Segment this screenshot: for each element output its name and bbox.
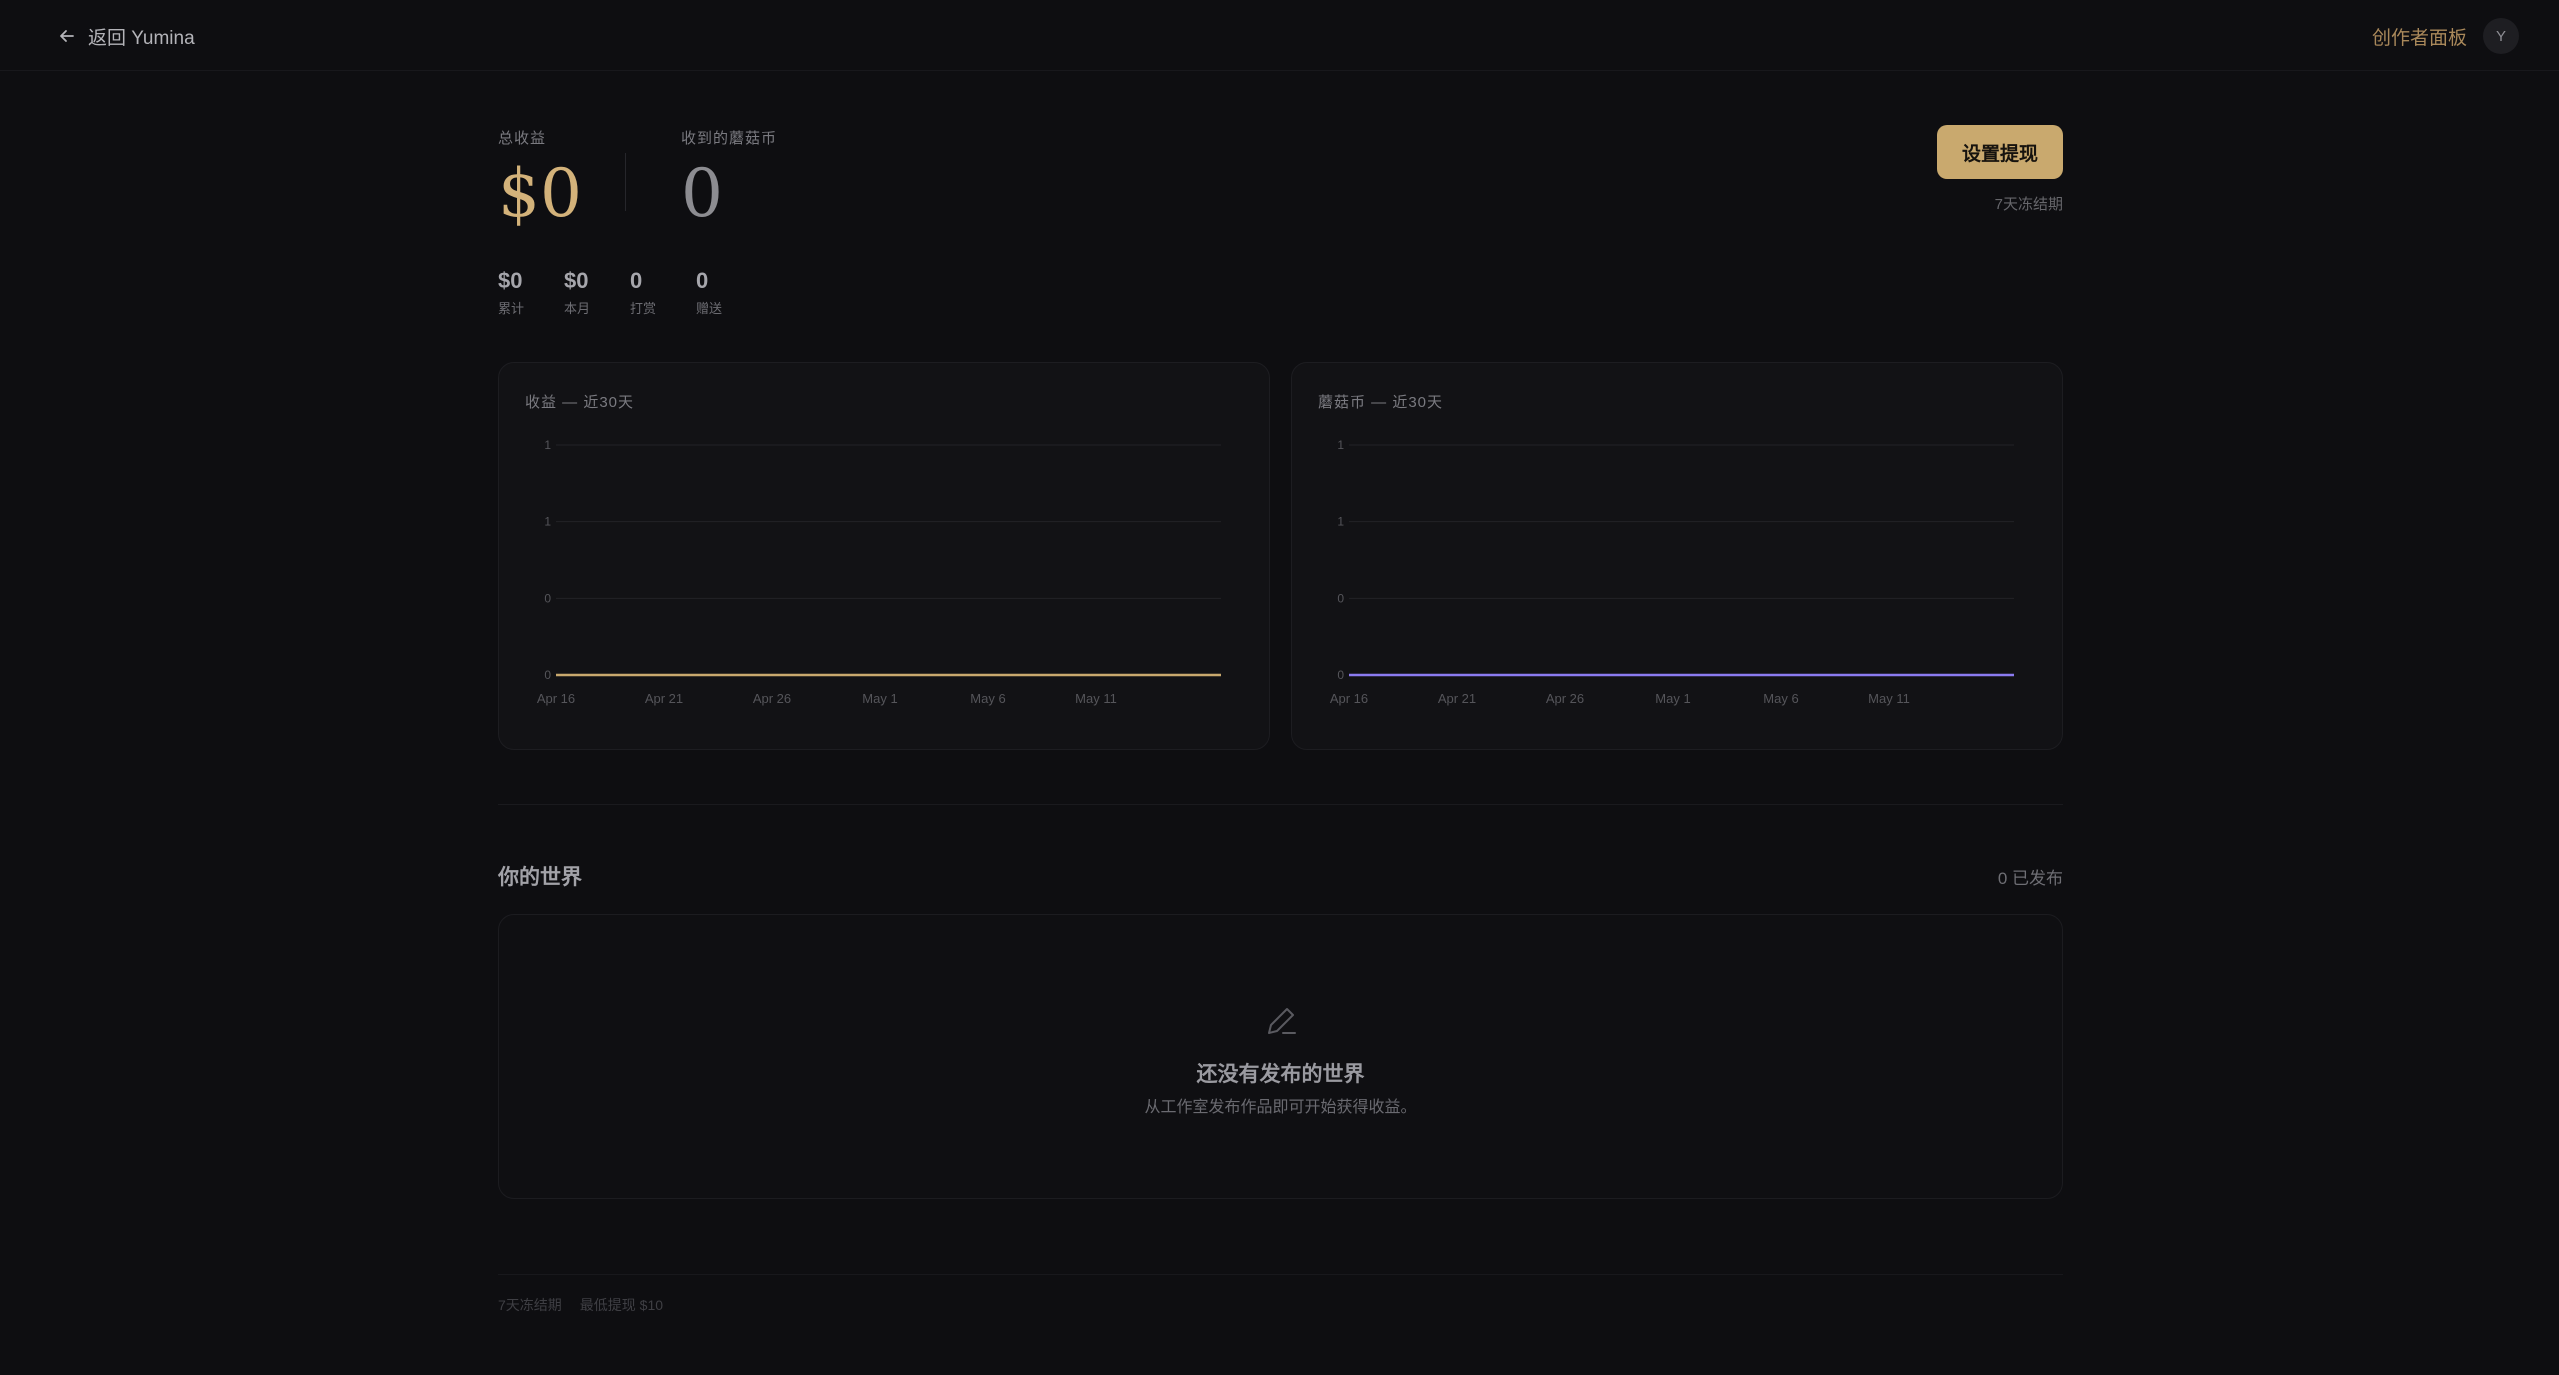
coins-chart: 1 1 0 0 Apr 16 Apr 21 Apr 26 May 1 May 6 May 11 <box>1330 438 2014 706</box>
coins-label: 收到的蘑菇币 <box>681 130 778 147</box>
section-divider <box>498 804 2063 805</box>
worlds-empty-state: 还没有发布的世界 从工作室发布作品即可开始获得收益。 <box>498 914 2063 1199</box>
footer-freeze-period: 7天冻结期 <box>498 1297 562 1313</box>
x-tick-label: May 1 <box>1655 691 1690 706</box>
worlds-published-count: 0 已发布 <box>1997 869 2063 888</box>
x-tick-label: Apr 16 <box>537 691 575 706</box>
x-tick-label: May 1 <box>862 691 897 706</box>
x-tick-label: Apr 16 <box>1330 691 1368 706</box>
mini-stat-label: 打赏 <box>630 301 657 316</box>
x-tick-label: Apr 26 <box>1546 691 1584 706</box>
y-tick-label: 1 <box>544 438 551 452</box>
mini-stat-gifts: 0 赠送 <box>696 268 722 317</box>
mini-stat-label: 本月 <box>564 301 591 316</box>
y-tick-label: 0 <box>1337 591 1344 605</box>
mini-stat-tips: 0 打赏 <box>630 268 656 317</box>
mini-stat-value: 0 <box>630 268 643 293</box>
y-tick-label: 1 <box>1337 438 1344 452</box>
arrow-left-icon <box>60 30 74 42</box>
mini-stat-cumulative: $0 累计 <box>498 268 524 317</box>
avatar[interactable]: Y <box>2483 18 2519 54</box>
x-tick-label: Apr 21 <box>645 691 683 706</box>
empty-state-title: 还没有发布的世界 <box>1196 1063 1365 1086</box>
y-tick-label: 1 <box>544 515 551 529</box>
y-tick-label: 0 <box>1337 668 1344 682</box>
setup-withdraw-button[interactable]: 设置提现 <box>1937 125 2063 179</box>
mini-stat-month: $0 本月 <box>564 268 590 317</box>
earnings-chart: 1 1 0 0 Apr 16 Apr 21 Apr 26 May 1 May 6 May 11 <box>537 438 1221 706</box>
mini-stat-value: 0 <box>696 268 709 293</box>
worlds-title: 你的世界 <box>498 866 582 889</box>
mini-stats: $0 累计 $0 本月 0 打赏 0 赠送 <box>498 268 762 317</box>
top-bar-right: 创作者面板 Y <box>2372 16 2519 56</box>
freeze-period-note: 7天冻结期 <box>1994 196 2063 213</box>
mini-stat-label: 赠送 <box>696 301 723 316</box>
x-tick-label: May 11 <box>1868 691 1910 706</box>
coins-chart-card: 蘑菇币 — 近30天 1 1 0 0 Apr 16 Apr 21 Apr 26 May 1 Ma… <box>1291 362 2063 750</box>
footer-divider <box>498 1274 2063 1275</box>
footer: 7天冻结期 最低提现 $10 <box>498 1295 663 1315</box>
x-tick-label: May 6 <box>970 691 1005 706</box>
back-label: 返回 Yumina <box>88 27 195 49</box>
y-tick-label: 0 <box>544 668 551 682</box>
pencil-icon <box>1268 1008 1296 1034</box>
mini-stat-value: $0 <box>564 268 589 293</box>
total-earnings-value: $0 <box>498 155 582 232</box>
x-tick-label: Apr 21 <box>1438 691 1476 706</box>
footer-min-withdraw: 最低提现 $10 <box>579 1297 664 1313</box>
earnings-chart-card: 收益 — 近30天 1 1 0 0 Apr 16 Apr 21 Apr 26 May 1 May… <box>498 362 1270 750</box>
coins-value: 0 <box>681 155 723 232</box>
mini-stat-label: 累计 <box>498 301 525 316</box>
x-tick-label: Apr 26 <box>753 691 791 706</box>
y-tick-label: 0 <box>544 591 551 605</box>
back-link[interactable]: 返回 Yumina <box>58 20 195 52</box>
total-earnings-label: 总收益 <box>498 130 547 147</box>
empty-state-subtitle: 从工作室发布作品即可开始获得收益。 <box>1144 1099 1417 1116</box>
x-tick-label: May 6 <box>1763 691 1798 706</box>
stat-divider <box>625 153 626 211</box>
x-tick-label: May 11 <box>1075 691 1117 706</box>
y-tick-label: 1 <box>1337 515 1344 529</box>
top-bar: 返回 Yumina 创作者面板 Y <box>0 0 2559 71</box>
creator-panel-link[interactable]: 创作者面板 <box>2372 23 2467 50</box>
mini-stat-value: $0 <box>498 268 523 293</box>
